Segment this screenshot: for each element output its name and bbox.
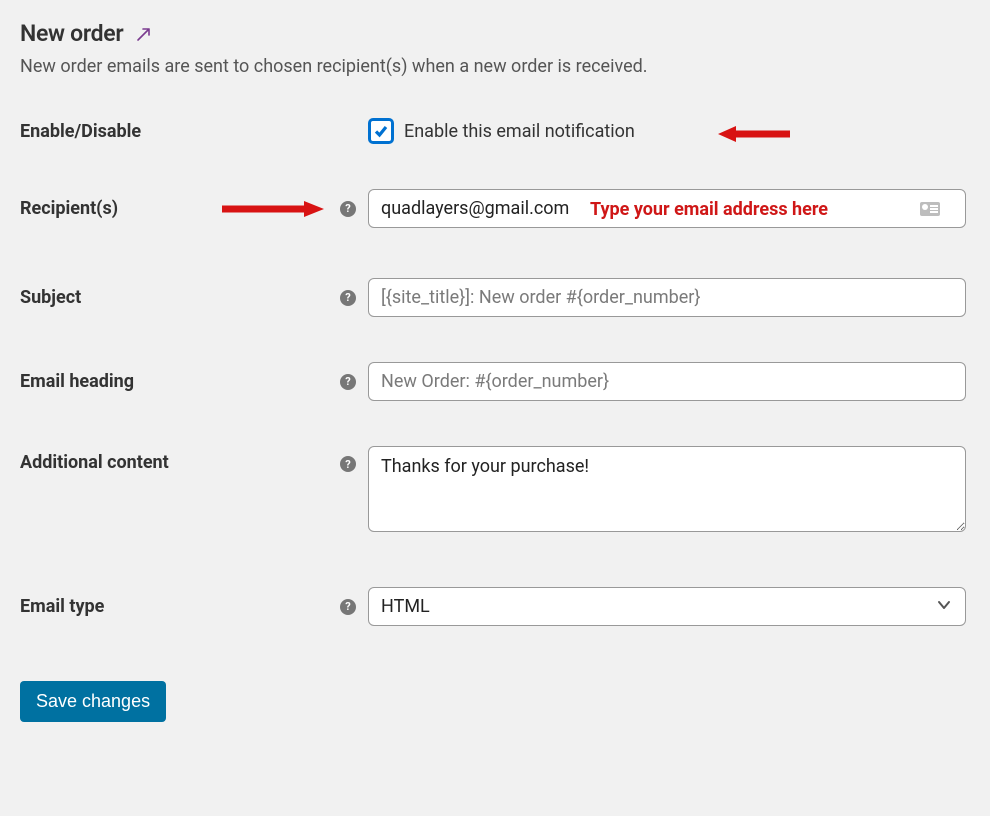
help-icon[interactable]: ? [340, 599, 356, 615]
subject-label: Subject [20, 287, 340, 308]
recipients-input[interactable] [368, 189, 966, 228]
row-additional-content: Additional content ? [20, 446, 970, 532]
row-subject: Subject ? [20, 278, 970, 317]
back-icon[interactable] [135, 25, 153, 43]
enable-checkbox-label: Enable this email notification [404, 121, 635, 142]
help-icon[interactable]: ? [340, 456, 356, 472]
page-description: New order emails are sent to chosen reci… [20, 55, 970, 78]
row-enable: Enable/Disable Enable this email notific… [20, 118, 970, 144]
row-recipients: Recipient(s) ? Type your email address h… [20, 189, 970, 228]
email-heading-label: Email heading [20, 371, 340, 392]
help-icon[interactable]: ? [340, 290, 356, 306]
page-title: New order [20, 20, 123, 47]
save-button[interactable]: Save changes [20, 681, 166, 722]
row-email-type: Email type ? HTML [20, 587, 970, 626]
enable-checkbox[interactable] [368, 118, 394, 144]
help-icon[interactable]: ? [340, 201, 356, 217]
email-heading-input[interactable] [368, 362, 966, 401]
help-icon[interactable]: ? [340, 374, 356, 390]
additional-content-label: Additional content [20, 446, 340, 473]
subject-input[interactable] [368, 278, 966, 317]
additional-content-input[interactable] [368, 446, 966, 532]
email-type-label: Email type [20, 596, 340, 617]
email-type-select[interactable]: HTML [368, 587, 966, 626]
enable-label: Enable/Disable [20, 121, 340, 142]
row-email-heading: Email heading ? [20, 362, 970, 401]
recipients-label: Recipient(s) [20, 198, 340, 219]
